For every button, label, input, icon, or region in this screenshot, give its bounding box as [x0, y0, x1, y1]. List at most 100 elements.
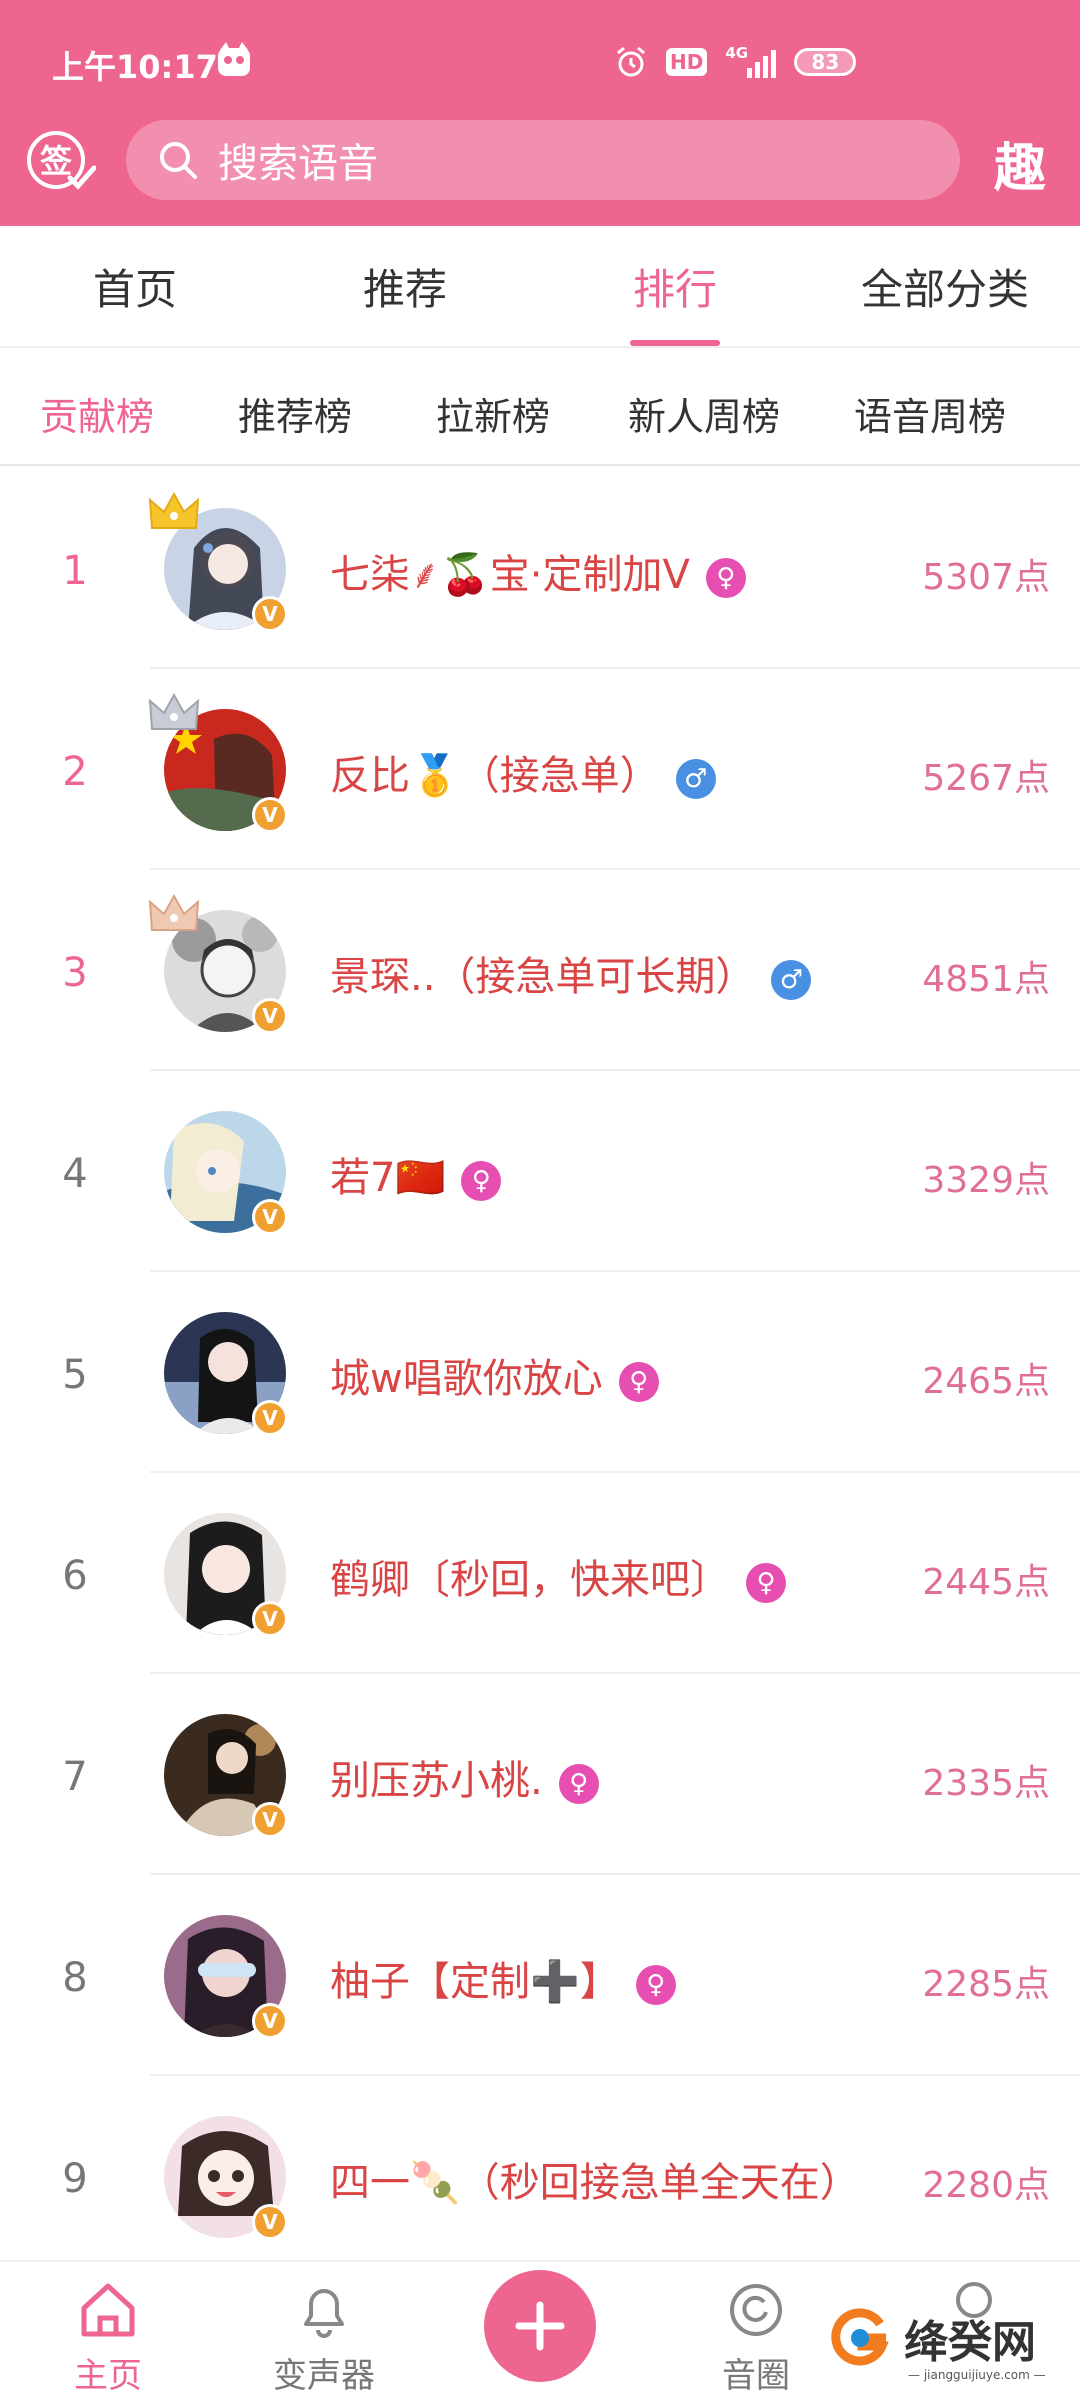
user-name-text: 柚子【定制➕】 — [330, 1959, 620, 2005]
alarm-icon — [617, 46, 645, 77]
verified-badge: V — [252, 596, 288, 632]
ranking-row[interactable]: 3 V 景琛..（接急单可长期） ♂ 4851点 — [0, 870, 1080, 1071]
gold-crown-icon — [148, 491, 200, 529]
female-icon: ♀ — [461, 1161, 502, 1201]
tab-recommend[interactable]: 推荐 — [270, 226, 540, 346]
female-icon: ♀ — [705, 558, 746, 598]
ranking-row[interactable]: 7 V 别压苏小桃. ♀ 2335点 — [0, 1674, 1080, 1875]
home-icon — [81, 2283, 135, 2337]
watermark-subtext: — jiangguijiuye.com — — [908, 2368, 1046, 2382]
status-icons: HD 4G 83 — [614, 40, 857, 84]
user-name-text: 反比🥇（接急单） — [330, 753, 660, 799]
verified-badge: V — [252, 2204, 288, 2240]
user-name[interactable]: 鹤卿〔秒回，快来吧〕 ♀ — [330, 1547, 786, 1605]
user-name[interactable]: 四一🍡（秒回接急单全天在） — [330, 2150, 860, 2208]
points-value: 2465点 — [914, 1352, 1050, 1404]
subtab-recommend[interactable]: 推荐榜 — [238, 386, 352, 441]
app-header: 上午10:17 HD 4G 83 签 搜索语音 趣 — [0, 0, 1080, 226]
watermark: 绛癸网 — jiangguijiuye.com — — [824, 2296, 1046, 2382]
search-input[interactable]: 搜索语音 — [126, 120, 960, 200]
nav-voice-circle-label: 音圈 — [722, 2356, 790, 2396]
status-time: 上午10:17 — [52, 48, 218, 86]
user-name[interactable]: 若7🇨🇳 ♀ — [330, 1145, 502, 1203]
signal-icon: 4G — [725, 44, 777, 78]
primary-tabs: 首页 推荐 排行 全部分类 — [0, 226, 1080, 348]
network-label: 4G — [725, 44, 749, 62]
nav-home[interactable]: 主页 — [38, 2262, 178, 2400]
tab-home[interactable]: 首页 — [0, 226, 270, 346]
rank-number: 3 — [62, 950, 88, 996]
sign-in-icon[interactable]: 签 — [24, 128, 96, 192]
user-name[interactable]: 柚子【定制➕】 ♀ — [330, 1949, 676, 2007]
user-name-text: 景琛..（接急单可长期） — [330, 954, 756, 1000]
subtab-contribution[interactable]: 贡献榜 — [40, 386, 154, 441]
user-name[interactable]: 城w唱歌你放心 ♀ — [330, 1346, 659, 1404]
verified-badge: V — [252, 998, 288, 1034]
bronze-crown-icon — [148, 893, 200, 931]
ranking-row[interactable]: 2 V 反比🥇（接急单） ♂ 5267点 — [0, 669, 1080, 870]
points-value: 3329点 — [914, 1151, 1050, 1203]
verified-badge: V — [252, 797, 288, 833]
verified-badge: V — [252, 2003, 288, 2039]
points-value: 5267点 — [914, 749, 1050, 801]
male-icon: ♂ — [771, 960, 812, 1000]
hd-badge: HD — [666, 48, 708, 76]
nav-voice-circle[interactable]: 音圈 — [686, 2262, 826, 2400]
nav-voice-changer[interactable]: 变声器 — [254, 2262, 394, 2400]
subtab-new-users[interactable]: 拉新榜 — [436, 386, 550, 441]
svg-text:签: 签 — [40, 142, 72, 180]
points-value: 2445点 — [914, 1553, 1050, 1605]
rank-number: 6 — [62, 1553, 88, 1599]
tab-all-categories[interactable]: 全部分类 — [810, 226, 1080, 346]
rank-number: 5 — [62, 1352, 88, 1398]
search-icon — [160, 142, 197, 179]
verified-badge: V — [252, 1802, 288, 1838]
user-name-text: 四一🍡（秒回接急单全天在） — [330, 2160, 860, 2206]
circle-icon — [730, 2284, 782, 2336]
tab-ranking[interactable]: 排行 — [540, 226, 810, 346]
mascot-notification-icon — [218, 42, 250, 76]
verified-badge: V — [252, 1400, 288, 1436]
rank-number: 2 — [62, 749, 88, 795]
create-button[interactable] — [484, 2270, 596, 2382]
subtab-voice-weekly[interactable]: 语音周榜 — [854, 386, 1006, 441]
silver-crown-icon — [148, 692, 200, 730]
points-value: 2285点 — [914, 1955, 1050, 2007]
watermark-logo-icon — [826, 2304, 894, 2372]
plus-icon — [515, 2301, 565, 2351]
points-value: 2280点 — [914, 2156, 1050, 2208]
ranking-sub-tabs: 贡献榜 推荐榜 拉新榜 新人周榜 语音周榜 — [0, 350, 1080, 466]
nav-voice-changer-label: 变声器 — [273, 2356, 375, 2396]
ranking-row[interactable]: 6 V 鹤卿〔秒回，快来吧〕 ♀ 2445点 — [0, 1473, 1080, 1674]
female-icon: ♀ — [618, 1362, 659, 1402]
user-name-text: 别压苏小桃. — [330, 1758, 543, 1804]
verified-badge: V — [252, 1601, 288, 1637]
female-icon: ♀ — [746, 1563, 786, 1603]
verified-badge: V — [252, 1199, 288, 1235]
fun-button[interactable]: 趣 — [994, 126, 1046, 201]
rank-number: 4 — [62, 1151, 88, 1197]
ranking-row[interactable]: 5 V 城w唱歌你放心 ♀ 2465点 — [0, 1272, 1080, 1473]
ranking-row[interactable]: 9 V 四一🍡（秒回接急单全天在） 2280点 — [0, 2076, 1080, 2277]
nav-home-label: 主页 — [74, 2356, 142, 2396]
watermark-text: 绛癸网 — [904, 2317, 1036, 2368]
ranking-row[interactable]: 8 V 柚子【定制➕】 ♀ 2285点 — [0, 1875, 1080, 2076]
user-name-text: 七柒⸙🍒宝·定制加V — [330, 552, 690, 598]
bell-icon — [304, 2289, 344, 2338]
female-icon: ♀ — [558, 1764, 599, 1804]
search-placeholder: 搜索语音 — [218, 141, 378, 187]
user-name[interactable]: 景琛..（接急单可长期） ♂ — [330, 944, 812, 1002]
rank-number: 7 — [62, 1754, 88, 1800]
ranking-row[interactable]: 4 V 若7🇨🇳 ♀ 3329点 — [0, 1071, 1080, 1272]
user-name[interactable]: 七柒⸙🍒宝·定制加V ♀ — [330, 542, 746, 600]
user-name-text: 城w唱歌你放心 — [330, 1356, 603, 1402]
ranking-row[interactable]: 1 V 七柒⸙🍒宝·定制加V ♀ 5307点 — [0, 468, 1080, 669]
points-value: 2335点 — [914, 1754, 1050, 1806]
battery-level: 83 — [811, 50, 840, 74]
user-name[interactable]: 反比🥇（接急单） ♂ — [330, 743, 716, 801]
female-icon: ♀ — [635, 1965, 676, 2005]
rank-number: 9 — [62, 2156, 88, 2202]
user-name[interactable]: 别压苏小桃. ♀ — [330, 1748, 599, 1806]
subtab-newcomer-weekly[interactable]: 新人周榜 — [628, 386, 780, 441]
points-value: 5307点 — [914, 548, 1050, 600]
